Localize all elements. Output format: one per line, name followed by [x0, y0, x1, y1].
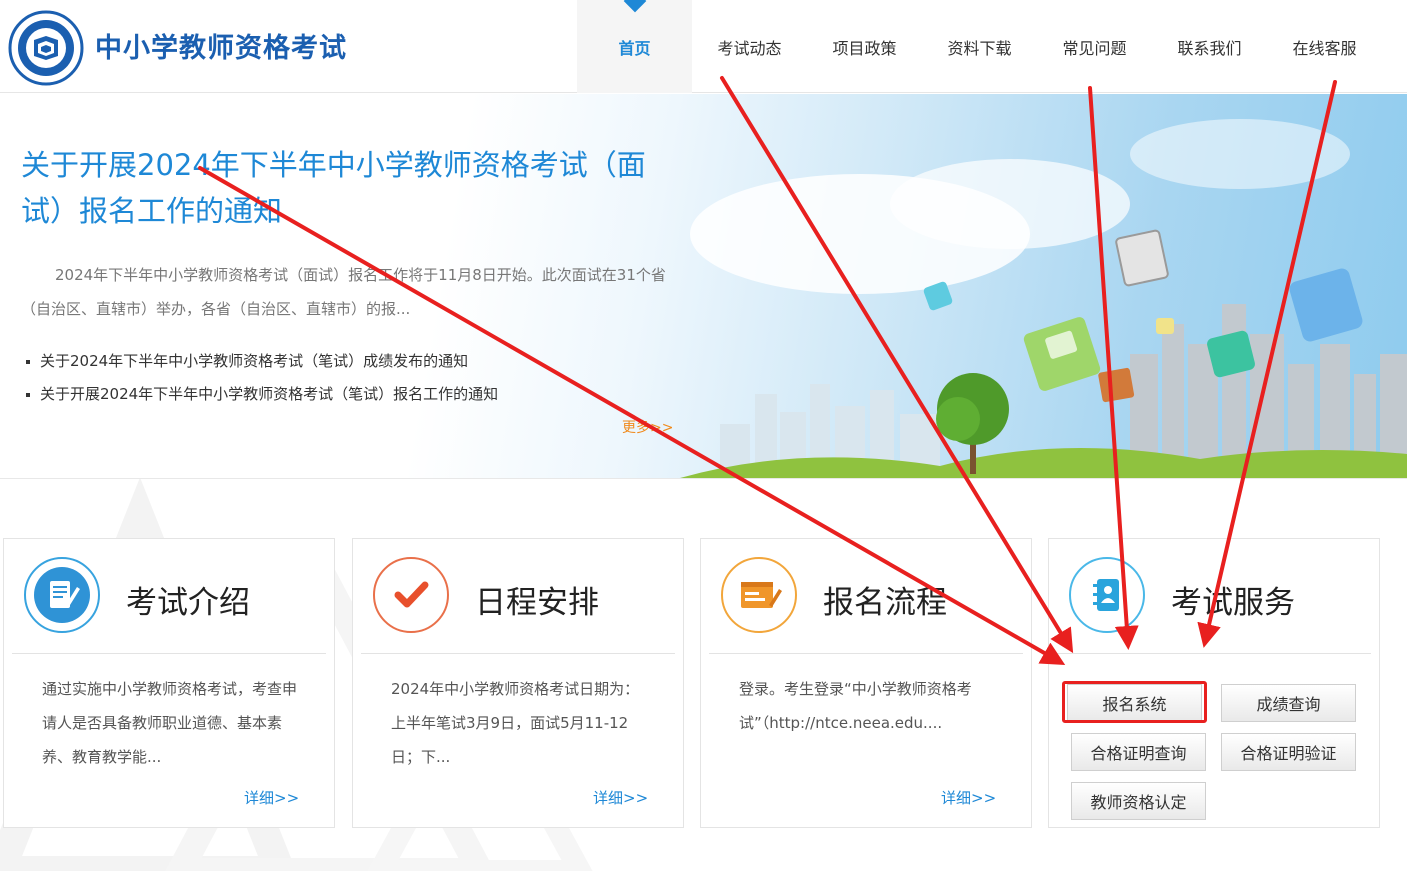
exam-intro-icon: [24, 557, 100, 633]
card-schedule: 日程安排 2024年中小学教师资格考试日期为：上半年笔试3月9日，面试5月11-…: [352, 538, 684, 828]
nav-faq[interactable]: 常见问题: [1037, 0, 1152, 93]
detail-link[interactable]: 详细>>: [941, 787, 996, 808]
site-title[interactable]: 中小学教师资格考试: [95, 26, 347, 65]
card-exam-intro: 考试介绍 通过实施中小学教师资格考试，考查申请人是否具备教师职业道德、基本素养、…: [3, 538, 335, 828]
card-divider: [361, 653, 675, 654]
card-text: 2024年中小学教师资格考试日期为：上半年笔试3月9日，面试5月11-12日；下…: [391, 680, 640, 766]
card-divider: [709, 653, 1023, 654]
certificate-query-button[interactable]: 合格证明查询: [1071, 733, 1206, 771]
nav-contact[interactable]: 联系我们: [1152, 0, 1267, 93]
card-title: 考试介绍: [126, 585, 250, 621]
registration-form-icon: [721, 557, 797, 633]
nav-exam-news[interactable]: 考试动态: [692, 0, 807, 93]
news-list: 关于2024年下半年中小学教师资格考试（笔试）成绩发布的通知 关于开展2024年…: [26, 345, 498, 411]
banner-divider: [0, 478, 1407, 479]
more-link[interactable]: 更多>>: [622, 417, 673, 437]
card-title: 报名流程: [823, 585, 947, 621]
news-item[interactable]: 关于2024年下半年中小学教师资格考试（笔试）成绩发布的通知: [26, 345, 498, 378]
nav-downloads[interactable]: 资料下载: [922, 0, 1037, 93]
banner-headline[interactable]: 关于开展2024年下半年中小学教师资格考试（面试）报名工作的通知: [21, 142, 661, 234]
contact-book-icon: [1069, 557, 1145, 633]
card-title: 考试服务: [1171, 585, 1295, 621]
score-query-button[interactable]: 成绩查询: [1221, 684, 1356, 722]
news-item[interactable]: 关于开展2024年下半年中小学教师资格考试（笔试）报名工作的通知: [26, 378, 498, 411]
detail-link[interactable]: 详细>>: [244, 787, 299, 808]
site-logo-icon[interactable]: [8, 10, 84, 86]
city-illustration: [680, 119, 1407, 478]
banner-summary: 2024年下半年中小学教师资格考试（面试）报名工作将于11月8日开始。此次面试在…: [21, 266, 666, 318]
certificate-verify-button[interactable]: 合格证明验证: [1221, 733, 1356, 771]
check-icon: [373, 557, 449, 633]
nav-home[interactable]: 首页: [577, 0, 692, 93]
registration-highlight-box: [1062, 681, 1207, 723]
site-header: 中小学教师资格考试 首页 考试动态 项目政策 资料下载 常见问题 联系我们 在线…: [0, 0, 1407, 93]
nav-online-service[interactable]: 在线客服: [1267, 0, 1382, 93]
card-divider: [12, 653, 326, 654]
detail-link[interactable]: 详细>>: [593, 787, 648, 808]
news-banner: 关于开展2024年下半年中小学教师资格考试（面试）报名工作的通知 2024年下半…: [0, 94, 1407, 478]
card-text: 登录。考生登录“中小学教师资格考试”（http://ntce.neea.edu.…: [739, 680, 972, 732]
teacher-qualification-button[interactable]: 教师资格认定: [1071, 782, 1206, 820]
card-registration-flow: 报名流程 登录。考生登录“中小学教师资格考试”（http://ntce.neea…: [700, 538, 1032, 828]
card-divider: [1057, 653, 1371, 654]
card-text: 通过实施中小学教师资格考试，考查申请人是否具备教师职业道德、基本素养、教育教学能…: [42, 680, 298, 766]
card-title: 日程安排: [475, 585, 599, 621]
main-nav: 首页 考试动态 项目政策 资料下载 常见问题 联系我们 在线客服: [577, 0, 1382, 93]
nav-policies[interactable]: 项目政策: [807, 0, 922, 93]
